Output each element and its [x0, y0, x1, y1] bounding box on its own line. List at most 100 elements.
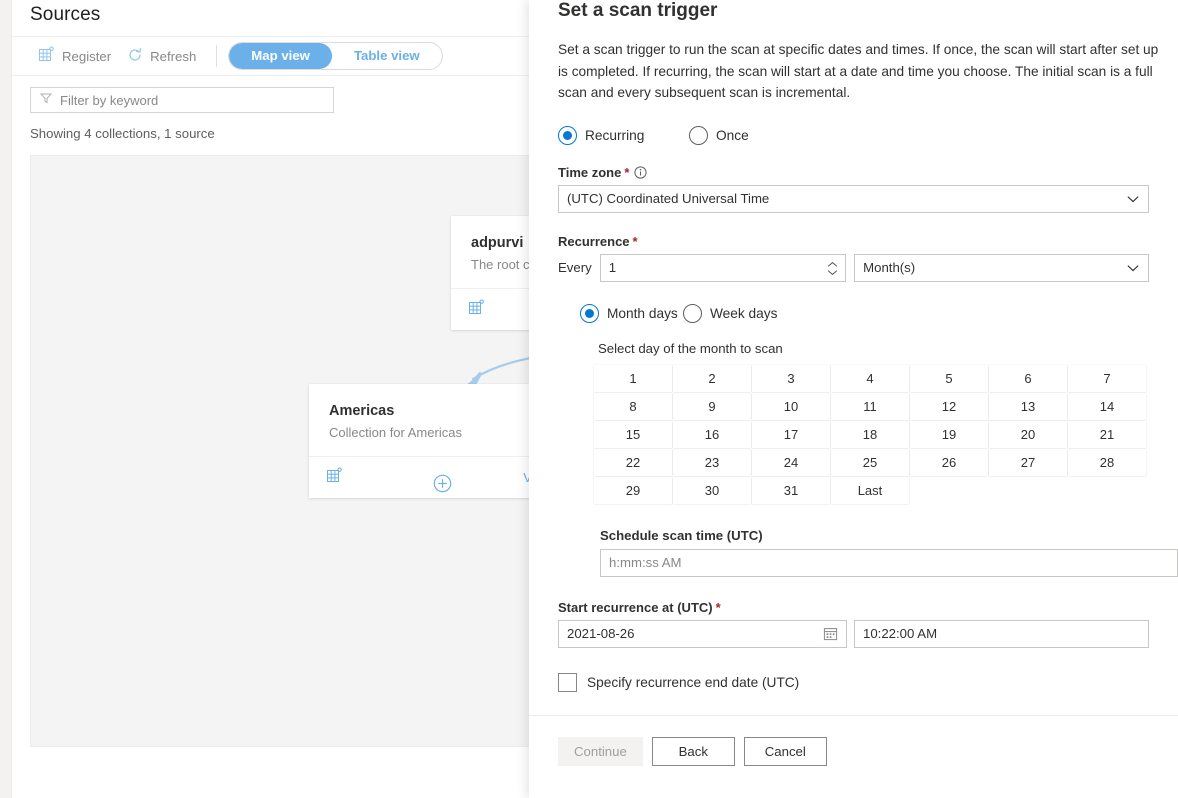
trigger-type-radio-group: Recurring Once [558, 125, 1149, 145]
refresh-icon [127, 47, 143, 66]
stepper-arrows[interactable] [821, 256, 844, 282]
panel-description: Set a scan trigger to run the scan at sp… [558, 42, 1159, 100]
recurrence-interval-value: 1 [608, 260, 617, 275]
filter-input[interactable]: Filter by keyword [30, 87, 334, 113]
day-cell[interactable]: 6 [989, 364, 1067, 392]
day-cell[interactable]: 24 [752, 448, 830, 476]
recurrence-label: Recurrence * [558, 234, 1149, 249]
start-recurrence-label-text: Start recurrence at (UTC) [558, 599, 713, 615]
day-cell[interactable]: 21 [1068, 420, 1146, 448]
back-button[interactable]: Back [651, 737, 735, 766]
recurrence-interval-stepper[interactable]: 1 [599, 253, 847, 282]
panel-title: Set a scan trigger [558, 0, 718, 21]
cancel-button[interactable]: Cancel [743, 737, 827, 766]
day-cell[interactable]: 15 [594, 420, 672, 448]
view-pivot: Map view Table view [228, 42, 443, 70]
day-cell[interactable]: 22 [594, 448, 672, 476]
day-cell[interactable]: 19 [910, 420, 988, 448]
day-cell[interactable]: 10 [752, 392, 830, 420]
recurrence-label-text: Recurrence [558, 233, 630, 249]
end-date-checkbox-row[interactable]: Specify recurrence end date (UTC) [558, 672, 1149, 692]
add-collection-icon[interactable] [433, 474, 452, 493]
radio-week-days-label: Week days [710, 305, 778, 321]
schedule-scan-time-label: Schedule scan time (UTC) [600, 527, 763, 543]
left-nav-rail [0, 0, 12, 798]
schedule-scan-time-placeholder: h:mm:ss AM [609, 555, 682, 570]
day-cell[interactable]: 23 [673, 448, 751, 476]
time-zone-required-marker: * [624, 164, 630, 180]
day-cell[interactable]: 26 [910, 448, 988, 476]
start-recurrence-row: 2021-08-26 10:22:00 AM [558, 619, 1149, 648]
start-recurrence-section: Start recurrence at (UTC) * 2021-08-26 1… [558, 600, 1149, 648]
radio-week-days-icon[interactable] [683, 303, 702, 323]
month-day-grid: 1 2 3 4 5 6 7 8 9 10 11 12 13 14 15 16 17 18 19 20 21 22 23 24 2… [558, 364, 1149, 504]
page-title: Sources [30, 4, 101, 25]
day-cell[interactable]: 3 [752, 364, 830, 392]
day-cell[interactable]: 7 [1068, 364, 1146, 392]
day-cell[interactable]: Last [831, 476, 909, 504]
info-icon[interactable] [634, 165, 648, 179]
radio-once-label: Once [716, 127, 749, 143]
collection-grid-icon[interactable] [326, 467, 343, 489]
radio-month-days-label: Month days [607, 305, 678, 321]
day-cell[interactable]: 8 [594, 392, 672, 420]
day-cell[interactable]: 20 [989, 420, 1067, 448]
collection-count-status: Showing 4 collections, 1 source [30, 126, 215, 141]
recurrence-required-marker: * [632, 233, 638, 249]
time-zone-section: Time zone * (UTC) Coordinated Universal … [558, 165, 1149, 213]
radio-option-once[interactable]: Once [689, 125, 749, 145]
day-cell[interactable]: 14 [1068, 392, 1146, 420]
day-cell[interactable]: 29 [594, 476, 672, 504]
recurrence-unit-select[interactable]: Month(s) [854, 253, 1149, 282]
day-cell[interactable]: 18 [831, 420, 909, 448]
start-time-input[interactable]: 10:22:00 AM [854, 619, 1149, 648]
day-cell[interactable]: 2 [673, 364, 751, 392]
collection-grid-icon[interactable] [468, 299, 485, 321]
day-cell[interactable]: 25 [831, 448, 909, 476]
day-cell[interactable]: 13 [989, 392, 1067, 420]
day-cell[interactable]: 17 [752, 420, 830, 448]
continue-button[interactable]: Continue [558, 737, 643, 766]
panel-footer: Continue Back Cancel [529, 715, 1178, 798]
tab-table-view[interactable]: Table view [332, 43, 442, 69]
day-cell[interactable]: 4 [831, 364, 909, 392]
day-cell[interactable]: 5 [910, 364, 988, 392]
refresh-button[interactable]: Refresh [119, 40, 204, 72]
time-zone-value: (UTC) Coordinated Universal Time [567, 191, 770, 206]
radio-recurring-icon[interactable] [558, 125, 577, 145]
tab-map-view[interactable]: Map view [229, 43, 332, 69]
day-cell[interactable]: 16 [673, 420, 751, 448]
radio-option-month-days[interactable]: Month days [580, 303, 683, 323]
filter-placeholder: Filter by keyword [60, 92, 159, 108]
radio-once-icon[interactable] [689, 125, 708, 145]
time-zone-select[interactable]: (UTC) Coordinated Universal Time [558, 184, 1149, 213]
day-cell[interactable]: 31 [752, 476, 830, 504]
calendar-icon[interactable] [823, 626, 838, 641]
radio-option-recurring[interactable]: Recurring [558, 125, 689, 145]
schedule-scan-time-input[interactable]: h:mm:ss AM [600, 548, 1178, 577]
radio-option-week-days[interactable]: Week days [683, 303, 778, 323]
chevron-down-icon [1126, 192, 1140, 206]
day-cell[interactable]: 1 [594, 364, 672, 392]
start-date-input[interactable]: 2021-08-26 [558, 619, 848, 648]
recurrence-section: Recurrence * Every 1 Month(s) Month days… [558, 234, 1178, 577]
day-cell[interactable]: 27 [989, 448, 1067, 476]
time-zone-label: Time zone * [558, 165, 1149, 180]
end-date-checkbox-label: Specify recurrence end date (UTC) [587, 674, 800, 690]
day-cell[interactable]: 12 [910, 392, 988, 420]
radio-recurring-label: Recurring [585, 127, 645, 143]
day-cell[interactable]: 30 [673, 476, 751, 504]
end-date-checkbox[interactable] [558, 672, 577, 692]
radio-month-days-icon[interactable] [580, 303, 599, 323]
start-recurrence-label: Start recurrence at (UTC) * [558, 600, 1149, 615]
chevron-up-icon [828, 261, 838, 267]
day-cell[interactable]: 28 [1068, 448, 1146, 476]
day-picker-label: Select day of the month to scan [598, 340, 783, 356]
start-date-value: 2021-08-26 [567, 626, 635, 641]
recurrence-mode-radio-group: Month days Week days [558, 303, 1149, 323]
day-cell[interactable]: 9 [673, 392, 751, 420]
start-time-value: 10:22:00 AM [863, 626, 938, 641]
refresh-label: Refresh [150, 48, 197, 64]
register-button[interactable]: Register [30, 40, 119, 72]
day-cell[interactable]: 11 [831, 392, 909, 420]
